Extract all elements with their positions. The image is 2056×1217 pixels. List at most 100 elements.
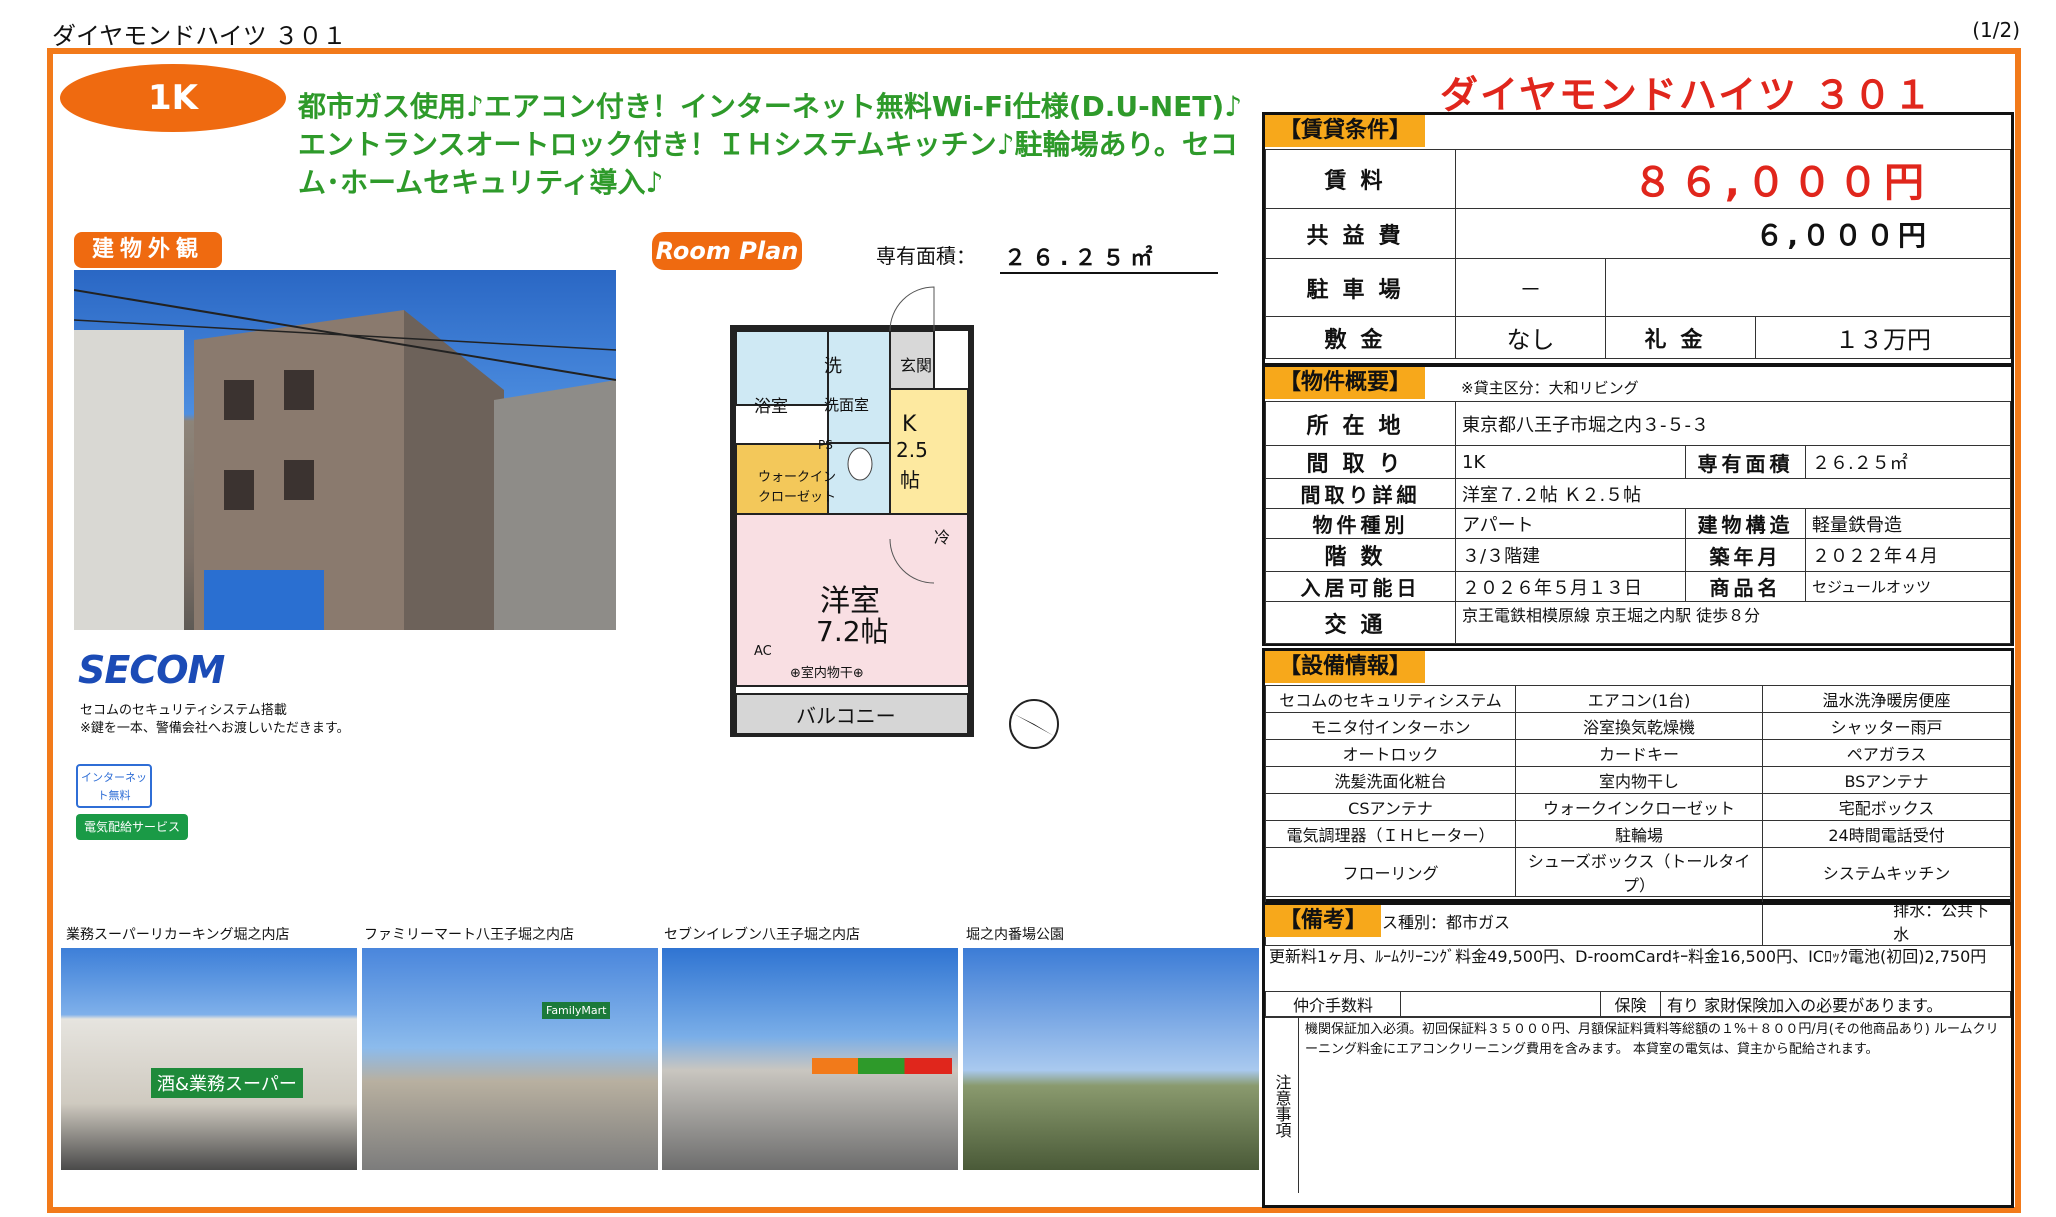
broker-fee-label: 仲介手数料 [1265,991,1401,1017]
plan-fridge: 冷 [934,528,951,547]
overview-note: ※貸主区分：大和リビング [1461,379,1639,397]
layout-label: 間取り [1265,445,1456,479]
insurance-value: 有り 家財保険加入の必要があります。 [1660,991,2011,1017]
equipment-section-title: 【設備情報】 [1265,651,1426,683]
deposit-label: 敷金 [1265,316,1456,359]
equipment-row: フローリング シューズボックス（トールタイプ） システムキッチン [1265,847,2011,897]
equipment-item: ペアガラス [1762,739,2011,767]
property-name: ダイヤモンドハイツ ３０１ [1440,73,1934,117]
exterior-tag: 建物外観 [74,232,222,268]
equipment-item: 電気調理器（ＩＨヒーター） [1265,820,1516,848]
plan-washroom: 洗面室 [824,396,870,414]
exterior-illustration [74,289,616,630]
type-value: アパート [1455,508,1686,539]
key-money-label: 礼金 [1605,316,1756,359]
area-label-right: 専有面積 [1685,445,1806,479]
remarks-section-title: 【備考】 [1265,905,1382,937]
catch-copy: 都市ガス使用♪エアコン付き！インターネット無料Wi-Fi仕様(D.U-NET)♪… [298,90,1243,199]
property-overview: 【物件概要】 ※貸主区分：大和リビング 所在地 東京都八王子市堀之内３-５-３ … [1262,364,2014,646]
floors-label: 階数 [1265,538,1456,572]
insurance-label: 保険 [1600,991,1661,1017]
overview-section-title: 【物件概要】 [1265,367,1426,399]
caution-text: 機関保証加入必須。初回保証料３５０００円、月額保証料賃料等総額の１%＋８００円/… [1305,1022,1999,1057]
equipment-item: 浴室換気乾燥機 [1514,712,1764,740]
layout-detail-label: 間取り詳細 [1265,478,1456,509]
equipment-row: 電気調理器（ＩＨヒーター） 駐輪場 24時間電話受付 [1265,820,2011,848]
layout-badge: 1K [60,64,286,132]
equipment-item: カードキー [1514,739,1764,767]
built-label: 築年月 [1685,538,1806,572]
plan-wash: 洗 [824,356,842,377]
common-fee-value: ６,０００円 [1455,208,2011,259]
address-label: 所在地 [1265,401,1456,446]
nb-caption-1: 業務スーパーリカーキング堀之内店 [66,927,290,943]
equipment-row: セコムのセキュリティシステム エアコン(1台) 温水洗浄暖房便座 [1265,685,2011,713]
secom-note: セコムのセキュリティシステム搭載 ※鍵を一本、警備会社へお渡しいただきます。 [80,702,350,738]
equipment-item: 温水洗浄暖房便座 [1762,685,2011,713]
product-label: 商品名 [1685,571,1806,602]
nb-photo-4 [963,948,1259,1170]
plan-balcony: バルコニー [796,704,896,728]
plan-wic1: ウォークイン [758,470,837,485]
equipment-item: モニタ付インターホン [1265,712,1516,740]
electricity-badge: 電気配給サービス [76,814,188,840]
plan-kitchen: K [902,412,917,437]
secom-logo: SECOM [78,648,225,692]
room-plan-tag: Room Plan [652,232,802,270]
caution-label: 注意事項 [1265,1018,1299,1193]
equipment-row: 洗髪洗面化粧台 室内物干し BSアンテナ [1265,766,2011,794]
nb-photo-2-sign: FamilyMart [542,1002,611,1019]
equipment-item: エアコン(1台) [1514,685,1764,713]
equipment-row: オートロック カードキー ペアガラス [1265,739,2011,767]
plan-wic2: クローゼット [758,490,837,505]
plan-ac: AC [754,644,772,659]
parking-value: － [1455,258,1606,317]
nb-caption-4: 堀之内番場公園 [966,927,1064,943]
equipment-item: セコムのセキュリティシステム [1265,685,1516,713]
plan-ps: PS [818,438,833,452]
nb-caption-2: ファミリーマート八王子堀之内店 [364,927,574,943]
floor-plan-drawing [730,286,974,737]
exterior-photo [74,270,616,630]
equipment-row: モニタ付インターホン 浴室換気乾燥機 シャッター雨戸 [1265,712,2011,740]
equipment-item: BSアンテナ [1762,766,2011,794]
built-value: ２０２２年４月 [1805,538,2011,572]
equipment-item: シャッター雨戸 [1762,712,2011,740]
equipment-info: 【設備情報】 セコムのセキュリティシステム エアコン(1台) 温水洗浄暖房便座 モニタ… [1262,648,2014,946]
nb-caption-3: セブンイレブン八王子堀之内店 [664,927,860,943]
header-title: ダイヤモンドハイツ ３０１ [52,22,347,50]
nb-photo-1: 酒&業務スーパー [61,948,357,1170]
rent-conditions: 【賃貸条件】 賃料 ８６,０００円 共益費 ６,０００円 駐車場 － 敷金 なし… [1262,112,2014,366]
equipment-item: 24時間電話受付 [1762,820,2011,848]
access-value: 京王電鉄相模原線 京王堀之内駅 徒歩８分 [1455,601,2011,644]
equipment-item: 駐輪場 [1514,820,1764,848]
rent-value: ８６,０００円 [1455,149,2011,209]
plan-kitchen-unit: 帖 [900,468,920,492]
nb-photo-1-sign: 酒&業務スーパー [151,1068,303,1098]
plan-drying: ⊕室内物干⊕ [790,666,864,681]
structure-label: 建物構造 [1685,508,1806,539]
plan-room-size: 7.2帖 [816,615,889,648]
nb-photo-2: FamilyMart [362,948,658,1170]
equipment-item: CSアンテナ [1265,793,1516,821]
area-value-right: ２６.２５㎡ [1805,445,2011,479]
layout-value: 1K [1455,445,1686,479]
common-fee-label: 共益費 [1265,208,1456,259]
plan-bath: 浴室 [754,397,788,417]
secom-note-line2: ※鍵を一本、警備会社へお渡しいただきます。 [80,721,350,736]
layout-detail-value: 洋室７.２帖 Ｋ２.５帖 [1455,478,2011,509]
broker-fee-value [1400,991,1601,1017]
equipment-item: ウォークインクローゼット [1514,793,1764,821]
equipment-item: フローリング [1265,847,1516,897]
structure-value: 軽量鉄骨造 [1805,508,2011,539]
type-label: 物件種別 [1265,508,1456,539]
nb-photo-3 [662,948,958,1170]
equipment-item: 宅配ボックス [1762,793,2011,821]
rent-section-title: 【賃貸条件】 [1265,115,1426,147]
parking-blank [1605,258,2011,317]
area-value: ２６.２５㎡ [1000,240,1218,274]
floor-plan: 浴室 洗 洗面室 玄関 K 2.5 帖 PS ウォークイン クローゼット 冷 洋… [730,280,980,760]
address-value: 東京都八王子市堀之内３-５-３ [1455,401,2011,446]
page-number: (1/2) [1972,18,2020,42]
nb-photo-3-stripe [812,1058,952,1074]
